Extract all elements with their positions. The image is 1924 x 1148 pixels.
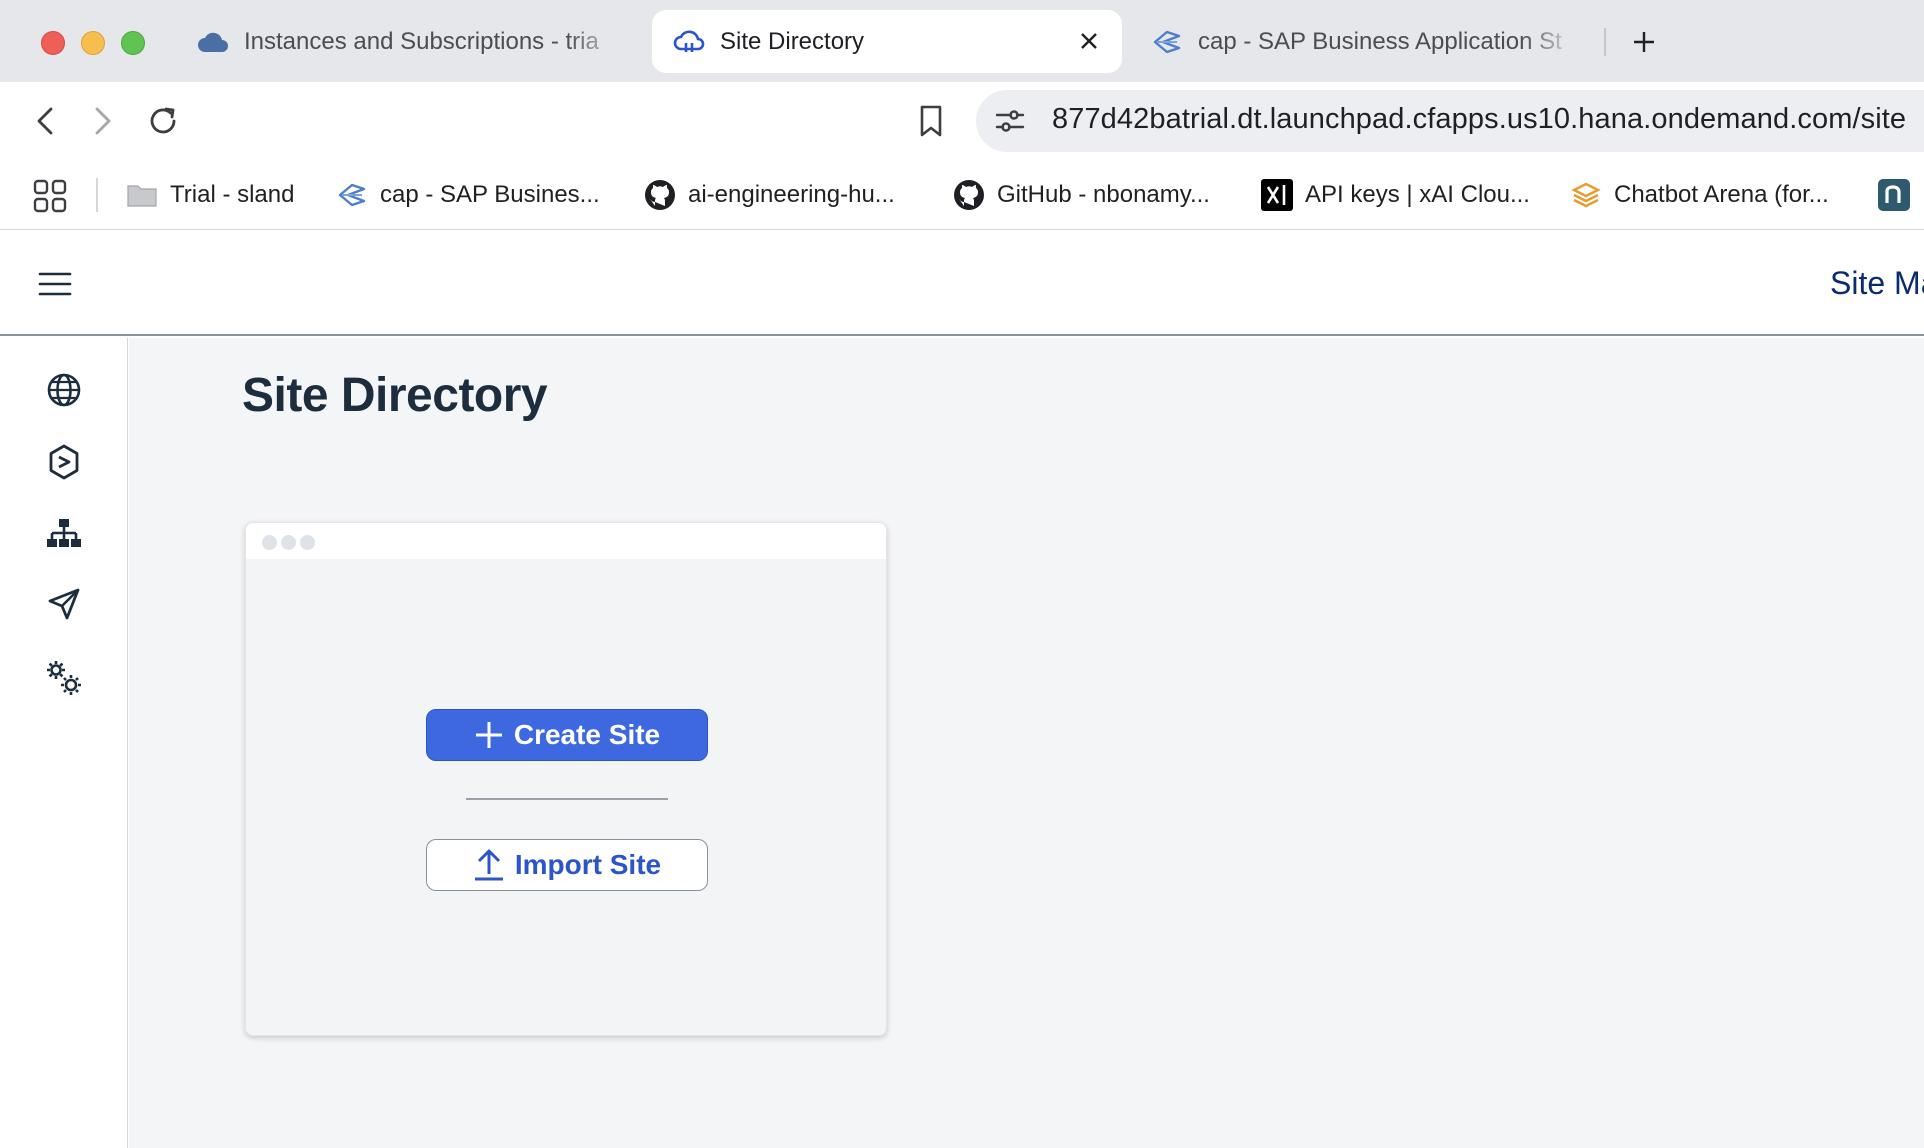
n-app-icon (1878, 179, 1910, 211)
window-dot (300, 535, 315, 550)
tab-instances-and-subscriptions[interactable]: Instances and Subscriptions - tria (196, 10, 626, 73)
tab-title: Site Directory (720, 27, 865, 55)
settings-icon[interactable] (42, 656, 86, 700)
reload-icon[interactable] (142, 100, 184, 142)
tab-title: Instances and Subscriptions - tria (244, 27, 599, 55)
back-arrow-icon[interactable] (24, 100, 66, 142)
globe-icon[interactable] (42, 368, 86, 412)
import-site-label: Import Site (514, 849, 662, 880)
bookmark-overflow-n[interactable] (1878, 174, 1922, 216)
github-icon (953, 179, 985, 211)
folder-icon (126, 179, 158, 211)
bookmark-label: Trial - sland (170, 181, 295, 208)
apps-grid-icon[interactable] (32, 176, 68, 216)
new-site-card: Create Site Import Site (245, 522, 887, 1036)
card-divider (466, 798, 668, 800)
bookmark-cap-sap-business[interactable]: cap - SAP Busines... (336, 174, 600, 216)
shell-title[interactable]: Site Manager (1830, 265, 1924, 302)
bookmark-label: Chatbot Arena (for... (1614, 181, 1829, 208)
tab-separator (1604, 28, 1606, 56)
card-header (246, 523, 886, 559)
window-dot (262, 535, 277, 550)
bookmark-github-nbonamy[interactable]: GitHub - nbonamy... (953, 174, 1210, 216)
app-shell-bar: Site Manager (0, 231, 1924, 336)
chatbot-arena-icon (1570, 179, 1602, 211)
sap-bas-icon (336, 179, 368, 211)
side-navigation (0, 338, 128, 1148)
site-settings-icon[interactable] (990, 102, 1030, 140)
bookmark-label: cap - SAP Busines... (380, 181, 600, 208)
minimize-window-button[interactable] (81, 31, 105, 55)
browser-tab-strip: Instances and Subscriptions - tria Site … (0, 0, 1924, 82)
sap-bas-icon (1150, 25, 1184, 59)
import-site-button[interactable]: Import Site (426, 839, 708, 891)
sap-cloud-icon (672, 25, 706, 59)
hamburger-menu-icon[interactable] (38, 263, 72, 305)
forward-arrow-icon[interactable] (82, 100, 124, 142)
create-site-label: Create Site (513, 719, 661, 750)
xai-icon (1261, 179, 1293, 211)
address-bar[interactable]: 877d42batrial.dt.launchpad.cfapps.us10.h… (976, 90, 1924, 152)
bookmarks-bar: Trial - sland cap - SAP Busines... ai-en… (0, 160, 1924, 230)
bookmark-ai-engineering-hub[interactable]: ai-engineering-hu... (644, 174, 895, 216)
tab-title: cap - SAP Business Application St (1198, 27, 1562, 55)
plus-icon (474, 720, 504, 750)
tab-site-directory[interactable]: Site Directory (652, 10, 1122, 73)
bookmark-api-keys-xai[interactable]: API keys | xAI Clou... (1261, 174, 1530, 216)
upload-icon (473, 848, 505, 882)
main-content: Site Directory Create Site Import Site (129, 338, 1924, 1148)
send-icon[interactable] (42, 582, 86, 626)
bookmark-icon[interactable] (910, 100, 952, 142)
browser-toolbar: 877d42batrial.dt.launchpad.cfapps.us10.h… (0, 82, 1924, 160)
cloud-icon (196, 25, 230, 59)
window-dot (281, 535, 296, 550)
bookmark-label: GitHub - nbonamy... (997, 181, 1210, 208)
create-site-button[interactable]: Create Site (426, 709, 708, 761)
page-title: Site Directory (242, 369, 548, 422)
bookmark-label: ai-engineering-hu... (688, 181, 895, 208)
bookmark-trial-sland[interactable]: Trial - sland (126, 174, 294, 216)
bookmark-chatbot-arena[interactable]: Chatbot Arena (for... (1570, 174, 1829, 216)
content-manager-icon[interactable] (42, 440, 86, 484)
new-tab-plus-icon[interactable] (1626, 24, 1662, 60)
bookmarks-separator (96, 178, 98, 212)
close-window-button[interactable] (41, 31, 65, 55)
maximize-window-button[interactable] (121, 31, 145, 55)
url-text[interactable]: 877d42batrial.dt.launchpad.cfapps.us10.h… (1052, 103, 1906, 136)
hierarchy-icon[interactable] (42, 512, 86, 556)
github-icon (644, 179, 676, 211)
bookmark-label: API keys | xAI Clou... (1305, 181, 1530, 208)
tab-cap-sap-bas[interactable]: cap - SAP Business Application St (1150, 10, 1590, 73)
close-tab-icon[interactable] (1072, 24, 1106, 58)
